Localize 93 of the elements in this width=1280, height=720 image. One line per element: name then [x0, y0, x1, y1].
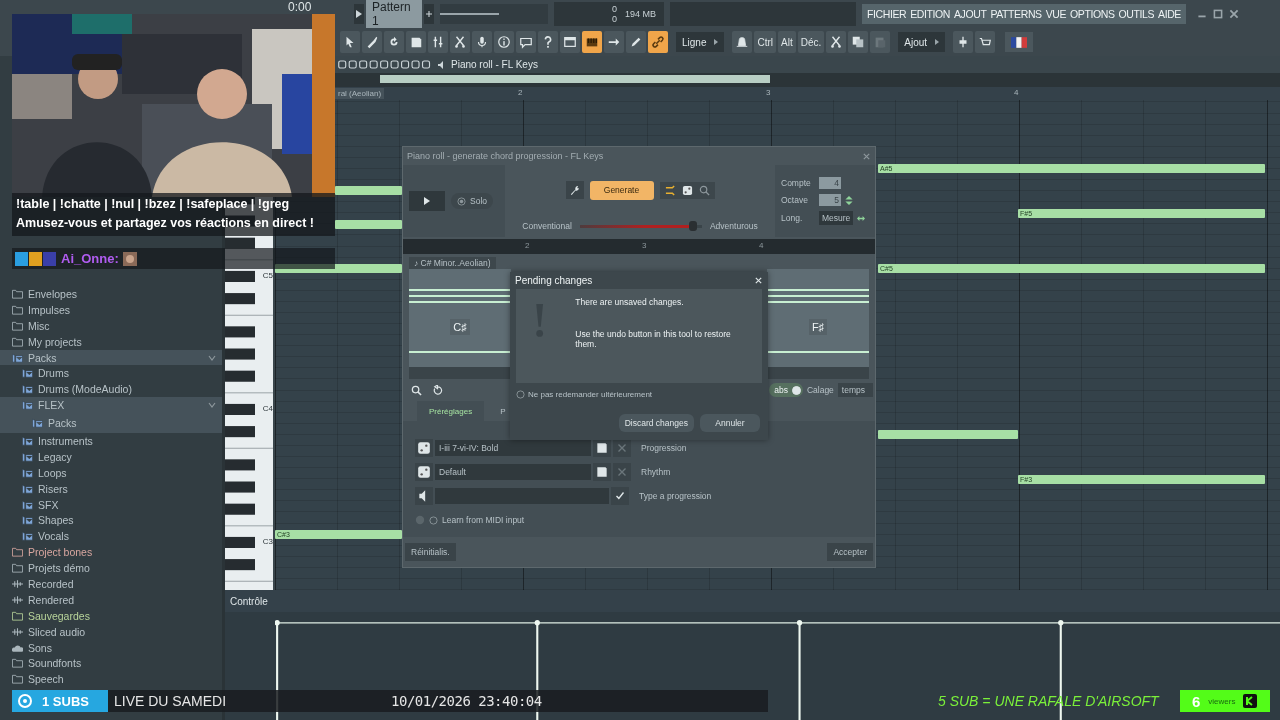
field-label: Compte [781, 178, 812, 188]
browser-item[interactable]: Sons [0, 639, 222, 656]
control-selector[interactable]: Contrôle [230, 595, 268, 607]
menu-item[interactable]: AIDE [1158, 8, 1181, 20]
browser-item[interactable]: Projets démo [0, 560, 222, 577]
bar-number: 2 [525, 241, 530, 250]
browser-item[interactable]: Soundfonts [0, 655, 222, 672]
field-label: Octave [781, 195, 809, 205]
slider-label: Adventurous [709, 221, 758, 231]
browser-item[interactable]: Envelopes [0, 286, 222, 302]
scale-tab[interactable]: ♪ C# Minor..Aeolian) [409, 257, 496, 269]
solo-toggle[interactable]: Solo [451, 193, 493, 209]
preset-dropdown[interactable]: I-iii 7-vi-IV: Bold [435, 440, 591, 456]
polyphony-reading: 0 [611, 14, 617, 24]
bar-number: 3 [642, 241, 647, 250]
snap-dropdown[interactable]: temps [837, 383, 873, 397]
toolbar-button[interactable]: Alt [778, 31, 796, 53]
menu-item[interactable]: VUE [1045, 8, 1067, 20]
checkbox[interactable]: Ne pas redemander ultérieurement [516, 389, 653, 399]
bar-number: 3 [766, 88, 771, 97]
browser-item[interactable]: Speech [0, 671, 222, 688]
browser-item[interactable]: My projects [0, 333, 222, 350]
menu-item[interactable]: OUTILS [1118, 8, 1155, 20]
browser-item[interactable]: Packs [0, 413, 222, 433]
date-time: 10/01/2026 23:40:04 [391, 693, 542, 709]
menu-item[interactable]: FICHIER [867, 8, 907, 20]
browser-item[interactable]: Project bones [0, 544, 222, 561]
generate-button[interactable]: Generate [589, 180, 654, 200]
menu-item[interactable]: AJOUT [954, 8, 987, 20]
row-label: Type a progression [639, 491, 712, 501]
slider-label: Conventional [522, 221, 572, 231]
dialog-button[interactable]: Annuler [700, 413, 760, 432]
bar-number: 4 [1014, 88, 1019, 97]
browser-item[interactable]: Recorded [0, 576, 222, 592]
browser-item[interactable]: Risers [0, 480, 222, 497]
chord-card[interactable]: F♯ [767, 269, 869, 367]
browser-item[interactable]: Rendered [0, 591, 222, 608]
toolbar-button[interactable]: Ctrl [754, 31, 777, 53]
time-display: 0:00 [288, 1, 313, 13]
browser-item[interactable]: Sliced audio [0, 623, 222, 640]
count-field[interactable]: 4 [819, 177, 841, 189]
viewer-count: 6 [1192, 692, 1201, 710]
chat-message: !table | !chatte | !nul | !bzez | !safeplace | !greg Amusez-vous et partagez vos réactions en direct ! [12, 193, 335, 236]
browser-item[interactable]: Drums [0, 365, 222, 382]
chord-card[interactable]: C♯ [409, 269, 511, 367]
tab[interactable]: Préréglages [417, 401, 485, 421]
browser-item[interactable]: Sauvegardes [0, 607, 222, 624]
learn-toggle[interactable]: Learn from MIDI input [429, 515, 525, 525]
row-label: Rhythm [641, 467, 671, 477]
key-label: C3 [262, 537, 273, 546]
scale-label: ral (Aeolian) [335, 88, 385, 99]
browser-item[interactable]: Shapes [0, 512, 222, 529]
show-title: LIVE DU SAMEDI [114, 693, 227, 709]
browser-item[interactable]: Instruments [0, 433, 222, 449]
subs-badge: 1 SUBS [12, 690, 108, 712]
dialog-title: Pending changes [515, 275, 593, 286]
dialog-message: There are unsaved changes. [575, 297, 685, 307]
toolbar-button[interactable]: Déc. [797, 31, 825, 53]
memory-reading: 194 MB [624, 9, 656, 19]
field-label: Calage [806, 385, 834, 395]
browser-item[interactable]: Packs [0, 349, 222, 366]
abs-toggle[interactable]: abs [769, 383, 803, 397]
bar-number: 4 [759, 241, 764, 250]
chat-username: Ai_Onne: [61, 251, 119, 266]
row-label: Progression [641, 443, 687, 453]
browser-item[interactable]: SFX [0, 496, 222, 513]
reset-button[interactable]: Réinitialis. [405, 543, 456, 561]
key-label: C5 [262, 271, 273, 280]
viewer-label: viewers [1208, 696, 1236, 706]
menu-item[interactable]: OPTIONS [1070, 8, 1115, 20]
menu-item[interactable]: PATTERNS [990, 8, 1042, 20]
browser-item[interactable]: Loops [0, 464, 222, 481]
dialog-message: Use the undo button in this tool to restore them. [575, 329, 732, 349]
octave-field[interactable]: 5 [819, 194, 841, 206]
browser-item[interactable]: Drums (ModeAudio) [0, 381, 222, 398]
length-dropdown[interactable]: Mesure [819, 211, 854, 225]
menu-item[interactable]: EDITION [910, 8, 950, 20]
preset-dropdown[interactable]: Default [435, 464, 591, 480]
browser-item[interactable]: Impulses [0, 301, 222, 318]
piano-roll-title: Piano roll - FL Keys [451, 59, 538, 70]
browser-item[interactable]: Vocals [0, 528, 222, 545]
bar-number: 2 [518, 88, 523, 97]
toolbar-dropdown[interactable]: Ajout [898, 32, 946, 52]
key-label: C4 [262, 404, 273, 413]
accept-button[interactable]: Accepter [827, 543, 873, 561]
dialog-title: Piano roll - generate chord progression - FL Keys [407, 151, 604, 161]
field-label: Long. [781, 213, 804, 223]
dialog-button[interactable]: Discard changes [618, 413, 694, 432]
browser-item[interactable]: FLEX [0, 397, 222, 414]
cpu-reading: 0 [611, 4, 617, 14]
browser-item[interactable]: Legacy [0, 448, 222, 465]
browser-item[interactable]: Misc [0, 317, 222, 334]
toolbar-dropdown[interactable]: Ligne [676, 32, 725, 52]
